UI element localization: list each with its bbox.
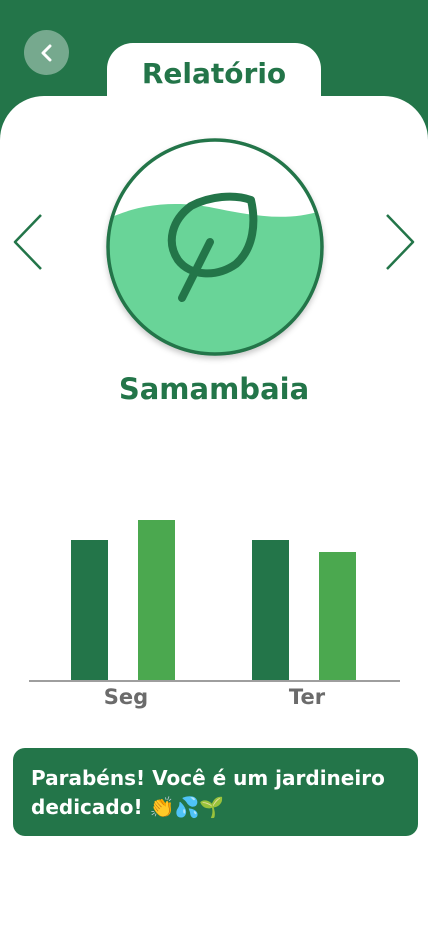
bar-ter-2 [319, 552, 356, 680]
plant-water-level [106, 138, 324, 356]
congratulations-message: Parabéns! Você é um jardineiro dedicado!… [13, 748, 418, 836]
bar-seg-1 [71, 540, 108, 680]
chevron-left-icon [41, 44, 51, 61]
x-tick-label: Seg [104, 685, 148, 709]
chevron-right-icon [386, 214, 415, 270]
x-tick-label: Ter [289, 685, 326, 709]
plant-name: Samambaia [118, 372, 310, 406]
next-plant-button[interactable] [384, 212, 416, 272]
page-title: Relatório [141, 57, 287, 90]
chevron-left-icon [13, 214, 42, 270]
bar-ter-1 [252, 540, 289, 680]
back-button[interactable] [24, 30, 69, 75]
weekly-chart: Seg Ter [29, 520, 400, 709]
bar-seg-2 [138, 520, 175, 680]
previous-plant-button[interactable] [12, 212, 44, 272]
title-tab: Relatório [107, 43, 321, 113]
